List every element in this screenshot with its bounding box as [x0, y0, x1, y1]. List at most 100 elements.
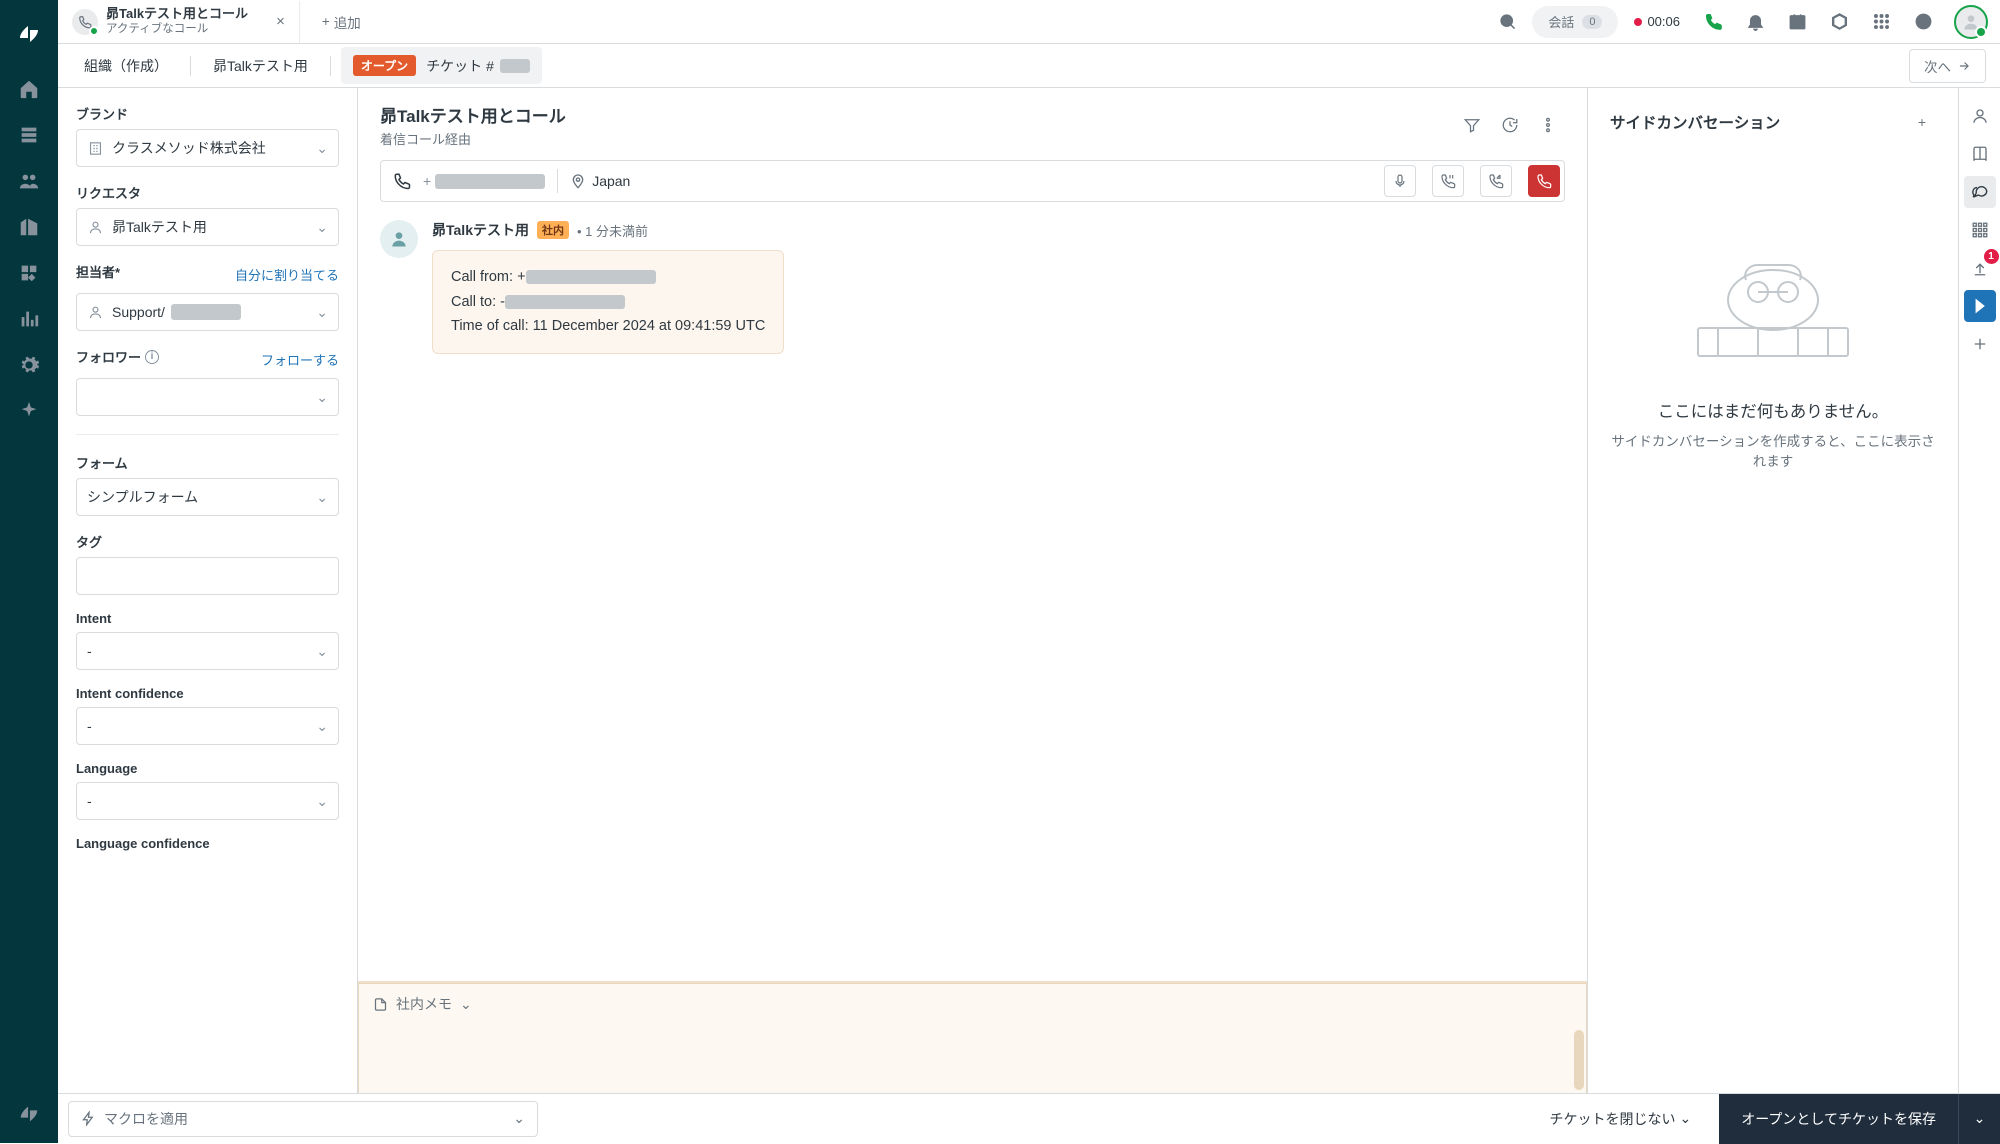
hold-button[interactable] — [1432, 165, 1464, 197]
nav-apps-icon[interactable] — [8, 252, 50, 294]
tags-input[interactable] — [76, 557, 339, 595]
close-ticket-select[interactable]: チケットを閉じない ⌄ — [1532, 1109, 1710, 1129]
talk-phone-icon[interactable] — [1696, 5, 1730, 39]
building-icon — [87, 140, 104, 157]
ticket-main: 昴Talkテスト用とコール 着信コール経由 + Japan — [358, 88, 1588, 1143]
tags-label: タグ — [76, 532, 339, 551]
crumb-org[interactable]: 組織（作成） — [72, 48, 180, 84]
nav-admin-icon[interactable] — [8, 344, 50, 386]
chevron-down-icon: ⌄ — [316, 389, 328, 406]
nav-views-icon[interactable] — [8, 114, 50, 156]
follower-select[interactable]: ⌄ — [76, 378, 339, 416]
side-conv-empty-state: ここにはまだ何もありません。 サイドカンバセーションを作成すると、ここに表示され… — [1610, 160, 1936, 1123]
nav-org-icon[interactable] — [8, 206, 50, 248]
conversations-count: 0 — [1582, 15, 1602, 29]
intent-conf-label: Intent confidence — [76, 686, 339, 701]
form-select[interactable]: シンプルフォーム ⌄ — [76, 478, 339, 516]
chevron-down-icon: ⌄ — [1680, 1110, 1692, 1127]
composer-textarea[interactable] — [359, 1024, 1586, 1096]
brand-select[interactable]: クラスメソッド株式会社 ⌄ — [76, 129, 339, 167]
call-details-card: Call from: + Call to: - Time of call: 11… — [432, 250, 784, 354]
intent-label: Intent — [76, 611, 339, 626]
rail-side-conv-icon[interactable] — [1964, 176, 1996, 208]
crumb-requester[interactable]: 昴Talkテスト用 — [201, 48, 320, 84]
ticket-title: 昴Talkテスト用とコール — [380, 102, 566, 127]
ticket-footer: マクロを適用 ⌄ チケットを閉じない ⌄ オープンとしてチケットを保存 ⌄ — [58, 1093, 2000, 1143]
conversation-log: 昴Talkテスト用 社内 • 1 分未満前 Call from: + Call … — [358, 202, 1587, 981]
add-tab-button[interactable]: + 追加 — [308, 12, 375, 32]
requester-label: リクエスタ — [76, 183, 339, 202]
chevron-down-icon: ⌄ — [316, 793, 328, 810]
lang-label: Language — [76, 761, 339, 776]
zendesk-z-icon[interactable] — [14, 1099, 44, 1129]
side-conv-title: サイドカンバセーション — [1610, 111, 1780, 133]
ticket-number-redacted — [500, 59, 530, 73]
apps-grid-icon[interactable] — [1864, 5, 1898, 39]
follow-link[interactable]: フォローする — [261, 350, 339, 369]
internal-badge: 社内 — [537, 221, 569, 239]
filter-icon[interactable] — [1455, 108, 1489, 142]
close-tab-icon[interactable]: × — [276, 13, 285, 30]
empty-heading: ここにはまだ何もありません。 — [1658, 398, 1889, 422]
macro-label: マクロを適用 — [104, 1109, 188, 1129]
location-text: Japan — [592, 173, 630, 189]
macro-select[interactable]: マクロを適用 ⌄ — [68, 1101, 538, 1137]
conversations-button[interactable]: 会話 0 — [1532, 6, 1618, 38]
assign-self-link[interactable]: 自分に割り当てる — [235, 265, 339, 284]
assignee-select[interactable]: Support/ ⌄ — [76, 293, 339, 331]
save-ticket-button[interactable]: オープンとしてチケットを保存 — [1719, 1094, 1958, 1144]
add-side-conv-button[interactable]: + — [1908, 108, 1936, 136]
intent-value: - — [87, 643, 328, 659]
active-tab[interactable]: 昴Talkテスト用とコール アクティブなコール × — [58, 1, 300, 43]
lang-select[interactable]: -⌄ — [76, 782, 339, 820]
hangup-button[interactable] — [1528, 165, 1560, 197]
rail-apps-icon[interactable] — [1964, 214, 1996, 246]
empty-subtext: サイドカンバセーションを作成すると、ここに表示されます — [1610, 430, 1936, 470]
next-ticket-button[interactable]: 次へ — [1909, 49, 1986, 83]
user-icon — [87, 304, 104, 321]
search-icon[interactable] — [1490, 5, 1524, 39]
context-rail: 1 — [1958, 88, 2000, 1143]
calendar-icon[interactable] — [1780, 5, 1814, 39]
nav-reporting-icon[interactable] — [8, 298, 50, 340]
requester-select[interactable]: 昴Talkテスト用 ⌄ — [76, 208, 339, 246]
composer-mode-label: 社内メモ — [396, 994, 452, 1014]
mute-button[interactable] — [1384, 165, 1416, 197]
rail-upload-icon[interactable]: 1 — [1964, 252, 1996, 284]
more-icon[interactable] — [1531, 108, 1565, 142]
intent-conf-value: - — [87, 718, 328, 734]
intent-select[interactable]: -⌄ — [76, 632, 339, 670]
tab-title: 昴Talkテスト用とコール — [106, 6, 248, 22]
tab-subtitle: アクティブなコール — [106, 22, 248, 36]
conversations-label: 会話 — [1548, 12, 1574, 31]
crumb-ticket[interactable]: オープン チケット # — [341, 47, 542, 84]
zendesk-logo[interactable] — [13, 18, 45, 50]
user-avatar[interactable] — [1954, 5, 1988, 39]
lang-value: - — [87, 793, 328, 809]
rail-app-blue-icon[interactable] — [1964, 290, 1996, 322]
products-icon[interactable] — [1822, 5, 1856, 39]
call-time: Time of call: 11 December 2024 at 09:41:… — [451, 314, 765, 339]
rail-add-icon[interactable] — [1964, 328, 1996, 360]
composer-mode-select[interactable]: 社内メモ ⌄ — [359, 984, 1586, 1024]
nav-ai-icon[interactable] — [8, 390, 50, 432]
rail-knowledge-icon[interactable] — [1964, 138, 1996, 170]
help-icon[interactable] — [1906, 5, 1940, 39]
rail-user-icon[interactable] — [1964, 100, 1996, 132]
nav-customers-icon[interactable] — [8, 160, 50, 202]
notifications-icon[interactable] — [1738, 5, 1772, 39]
follower-label: フォロワー i — [76, 347, 159, 366]
scrollbar[interactable] — [1574, 1030, 1584, 1090]
save-ticket-dropdown[interactable]: ⌄ — [1958, 1094, 2000, 1144]
transfer-button[interactable] — [1480, 165, 1512, 197]
message-author: 昴Talkテスト用 — [432, 220, 529, 240]
history-icon[interactable] — [1493, 108, 1527, 142]
message-avatar — [380, 220, 418, 258]
info-icon[interactable]: i — [145, 350, 159, 364]
note-icon — [373, 997, 388, 1012]
intent-conf-select[interactable]: -⌄ — [76, 707, 339, 745]
rail-badge: 1 — [1984, 249, 1999, 264]
nav-home-icon[interactable] — [8, 68, 50, 110]
lang-conf-label: Language confidence — [76, 836, 339, 851]
brand-label: ブランド — [76, 104, 339, 123]
